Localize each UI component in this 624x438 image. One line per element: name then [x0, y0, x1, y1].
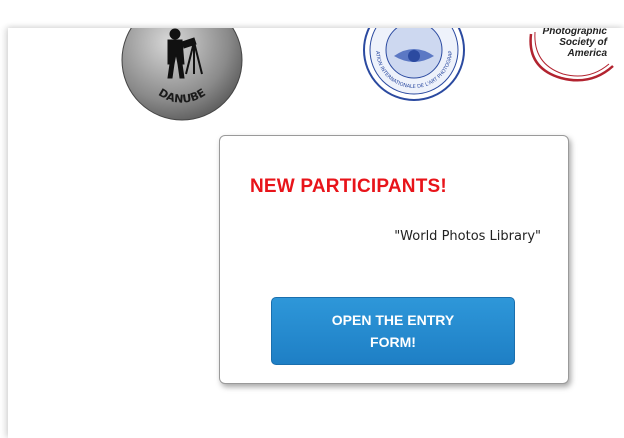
- psa-line-2: Society of: [559, 37, 607, 48]
- fiap-logo: FEDERATION INTERNATIONALE DE L'ART PHOTO…: [362, 28, 465, 101]
- panel-subtitle: "World Photos Library": [394, 229, 541, 244]
- psa-logo: Photographic Society of America: [525, 28, 624, 86]
- psa-line-1: Photographic: [542, 28, 607, 37]
- page-frame: DANUBE FEDERATION INTERNATIONALE DE L'AR…: [8, 28, 624, 438]
- danube-logo: DANUBE: [121, 28, 243, 121]
- new-participants-panel: NEW PARTICIPANTS! "World Photos Library"…: [219, 135, 569, 384]
- psa-logo-text: Photographic Society of America: [543, 28, 607, 59]
- sponsor-logos: DANUBE FEDERATION INTERNATIONALE DE L'AR…: [8, 28, 624, 121]
- psa-line-3: America: [567, 48, 607, 59]
- panel-headline: NEW PARTICIPANTS!: [250, 176, 447, 197]
- open-entry-form-button[interactable]: OPEN THE ENTRY FORM!: [271, 297, 515, 365]
- entry-button-label: OPEN THE ENTRY FORM!: [331, 312, 455, 350]
